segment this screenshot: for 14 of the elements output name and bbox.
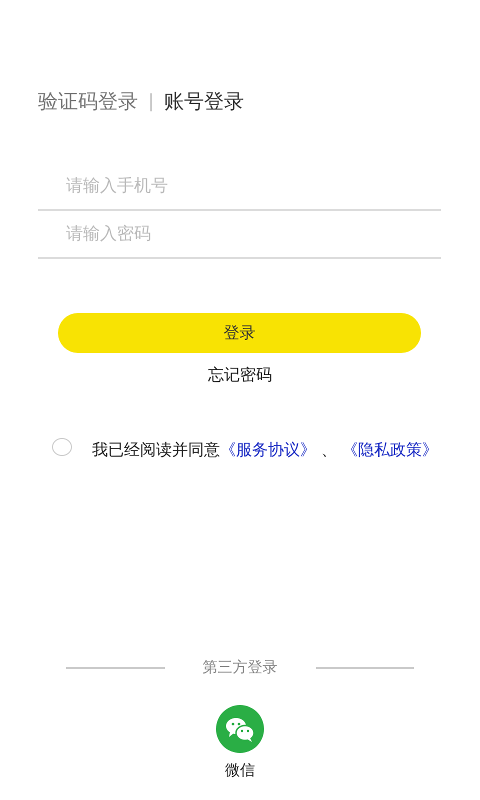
input-field[interactable]: 请输入手机号	[38, 163, 441, 211]
forgot-password-link[interactable]: 忘记密码	[208, 365, 272, 386]
tab[interactable]: 账号登录	[164, 88, 244, 115]
agreement-radio[interactable]	[52, 438, 72, 456]
login-button[interactable]: 登录	[58, 313, 421, 353]
agreement-link[interactable]: 《服务协议》	[220, 440, 316, 459]
tab-separator: |	[148, 91, 154, 112]
provider-label[interactable]: 微信	[225, 761, 255, 780]
agreement-link[interactable]: 《隐私政策》	[342, 440, 438, 459]
section-title: 第三方登录	[202, 658, 278, 677]
chat-bubbles-icon[interactable]	[216, 705, 264, 753]
input-field[interactable]: 请输入密码	[38, 211, 441, 259]
tab[interactable]: 验证码登录	[38, 88, 138, 115]
agreement-text: 我已经阅读并同意《服务协议》 、 《隐私政策》	[92, 439, 438, 461]
